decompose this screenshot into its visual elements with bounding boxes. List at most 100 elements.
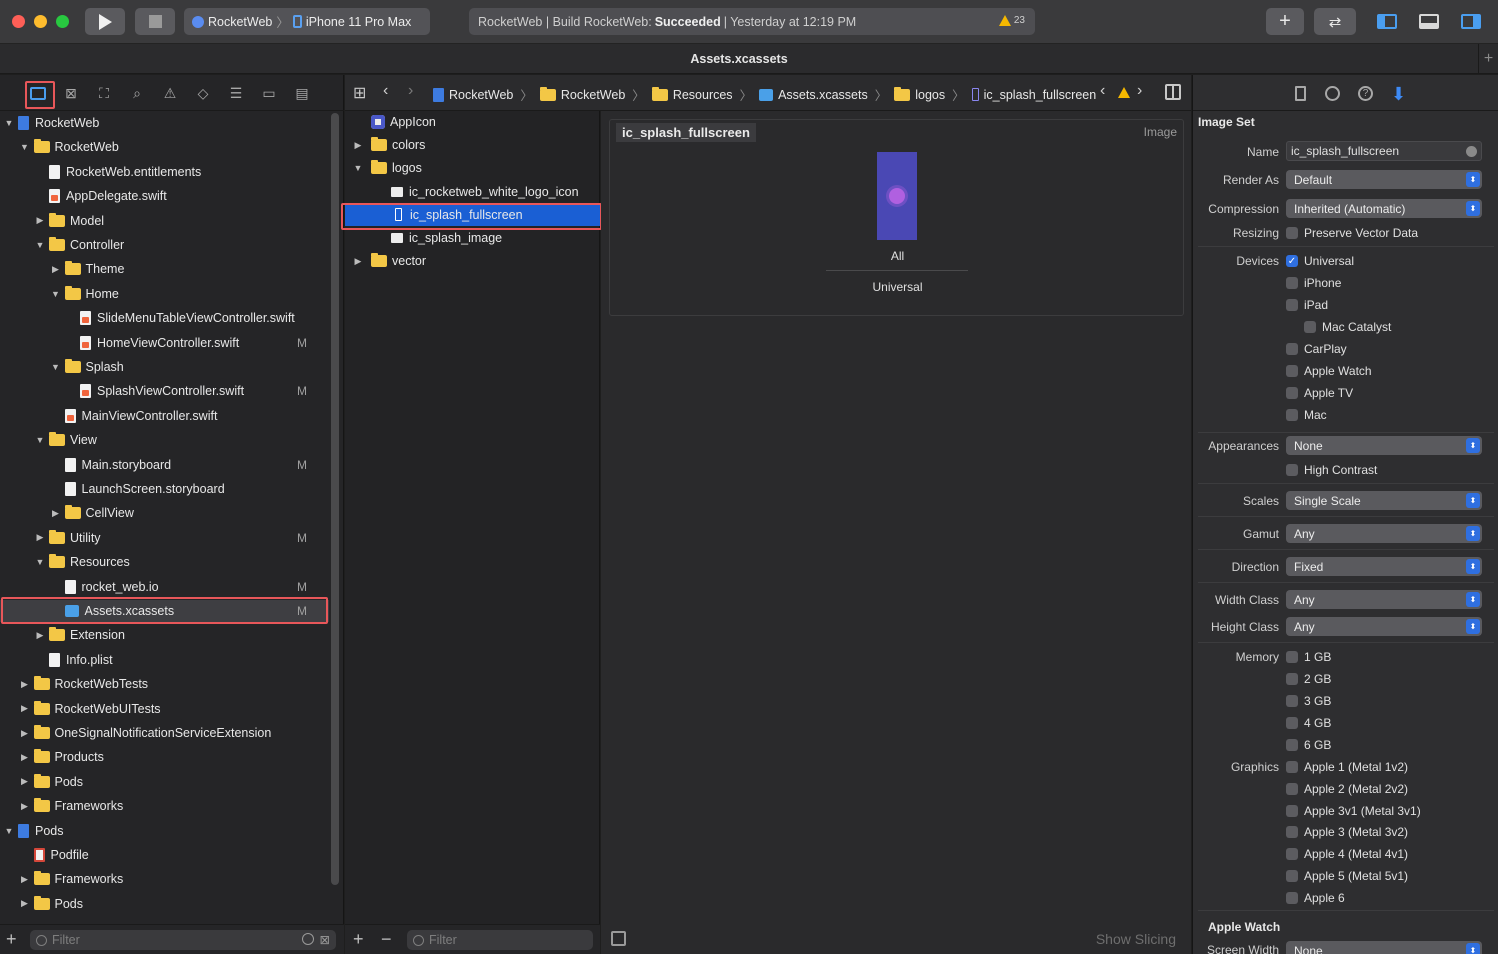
toggle-debug-area-button[interactable]: [1408, 8, 1450, 35]
disclosure-open-icon[interactable]: ▼: [35, 435, 45, 445]
file-tree-row[interactable]: ▼ Controller: [0, 234, 329, 256]
image-slot-all[interactable]: [877, 152, 917, 240]
disclosure-open-icon[interactable]: ▼: [4, 118, 14, 128]
toggle-inspector-button[interactable]: [1450, 8, 1492, 35]
file-tree-row[interactable]: ▼ Resources: [0, 551, 329, 573]
file-tree-row[interactable]: Podfile: [0, 844, 329, 866]
breadcrumb-item[interactable]: ic_splash_fullscreen: [984, 88, 1097, 102]
checkbox-memory-2[interactable]: 3 GB: [1286, 694, 1331, 708]
checkbox-graphics-4[interactable]: Apple 4 (Metal 4v1): [1286, 847, 1408, 861]
disclosure-closed-icon[interactable]: ▶: [35, 532, 45, 543]
checkbox-devices-1[interactable]: iPhone: [1286, 276, 1341, 290]
toggle-navigator-button[interactable]: [1366, 8, 1408, 35]
code-review-button[interactable]: ⇄: [1314, 8, 1356, 35]
stop-button[interactable]: [135, 8, 175, 35]
disclosure-closed-icon[interactable]: ▶: [20, 728, 30, 739]
file-tree-row[interactable]: ▶ Frameworks: [0, 795, 329, 817]
asset-row[interactable]: ic_rocketweb_white_logo_icon: [345, 181, 600, 203]
gamut-popup[interactable]: Any ⬍: [1286, 524, 1482, 543]
zoom-window-button[interactable]: [56, 15, 69, 28]
disclosure-closed-icon[interactable]: ▶: [20, 752, 30, 763]
disclosure-closed-icon[interactable]: ▶: [51, 508, 61, 519]
disclosure-closed-icon[interactable]: ▶: [20, 874, 30, 885]
clear-icon[interactable]: [1466, 146, 1477, 157]
disclosure-open-icon[interactable]: ▼: [35, 240, 45, 250]
asset-filter-input[interactable]: Filter: [407, 930, 593, 950]
forward-button[interactable]: ›: [408, 82, 413, 100]
scales-popup[interactable]: Single Scale ⬍: [1286, 491, 1482, 510]
asset-row[interactable]: AppIcon: [345, 111, 600, 133]
file-tree-row[interactable]: ▼ RocketWeb: [0, 136, 329, 158]
issue-warning-button[interactable]: [1118, 86, 1130, 101]
project-navigator-tab[interactable]: [27, 83, 49, 103]
disclosure-closed-icon[interactable]: ▶: [353, 256, 363, 267]
width-class-popup[interactable]: Any ⬍: [1286, 590, 1482, 609]
file-inspector-tab[interactable]: [1295, 86, 1306, 101]
navigator-scrollbar[interactable]: [331, 113, 339, 885]
file-tree-row[interactable]: Assets.xcassets M: [0, 600, 329, 622]
scheme-device[interactable]: iPhone 11 Pro Max: [306, 15, 411, 29]
previous-issue-button[interactable]: ‹: [1100, 82, 1105, 100]
asset-row[interactable]: ic_splash_image: [345, 227, 600, 249]
new-tab-button[interactable]: +: [1478, 44, 1498, 74]
source-control-navigator-tab[interactable]: ⊠: [60, 83, 82, 103]
breakpoint-navigator-tab[interactable]: ▭: [258, 83, 280, 103]
file-tree-row[interactable]: SplashViewController.swift M: [0, 380, 329, 402]
checkbox-devices-2[interactable]: iPad: [1286, 298, 1328, 312]
file-tree-row[interactable]: ▶ Products: [0, 746, 329, 768]
checkbox-memory-4[interactable]: 6 GB: [1286, 738, 1331, 752]
disclosure-closed-icon[interactable]: ▶: [20, 679, 30, 690]
disclosure-closed-icon[interactable]: ▶: [20, 898, 30, 909]
checkbox-devices-6[interactable]: Apple TV: [1286, 386, 1353, 400]
file-tree-row[interactable]: RocketWeb.entitlements: [0, 161, 329, 183]
library-button[interactable]: +: [1266, 8, 1304, 35]
file-tree-row[interactable]: MainViewController.swift: [0, 405, 329, 427]
checkbox-devices-0[interactable]: ✓ Universal: [1286, 254, 1354, 268]
file-tree-row[interactable]: ▼ RocketWeb: [0, 112, 329, 134]
file-tree-row[interactable]: ▶ Pods: [0, 893, 329, 915]
scheme-selector[interactable]: RocketWeb 〉 iPhone 11 Pro Max: [184, 8, 430, 35]
back-button[interactable]: ‹: [383, 82, 388, 100]
file-tree-row[interactable]: SlideMenuTableViewController.swift: [0, 307, 329, 329]
next-issue-button[interactable]: ›: [1137, 82, 1142, 100]
file-tree-row[interactable]: ▶ CellView: [0, 502, 329, 524]
breadcrumb-item[interactable]: Resources: [673, 88, 733, 102]
symbol-navigator-tab[interactable]: ⛶: [93, 83, 115, 103]
checkbox-memory-0[interactable]: 1 GB: [1286, 650, 1331, 664]
disclosure-closed-icon[interactable]: ▶: [51, 264, 61, 275]
file-tree-row[interactable]: ▼ Home: [0, 283, 329, 305]
file-tree-row[interactable]: ▶ Pods: [0, 771, 329, 793]
debug-navigator-tab[interactable]: ☰: [225, 83, 247, 103]
file-tree-row[interactable]: ▶ RocketWebTests: [0, 673, 329, 695]
file-tree-row[interactable]: ▶ Frameworks: [0, 868, 329, 890]
disclosure-closed-icon[interactable]: ▶: [35, 215, 45, 226]
file-tree-row[interactable]: LaunchScreen.storyboard: [0, 478, 329, 500]
file-tree-row[interactable]: ▶ RocketWebUITests: [0, 698, 329, 720]
file-tree-row[interactable]: ▶ Extension: [0, 624, 329, 646]
name-field[interactable]: ic_splash_fullscreen: [1286, 141, 1482, 161]
tab-assets-xcassets[interactable]: Assets.xcassets: [0, 52, 1478, 66]
disclosure-open-icon[interactable]: ▼: [51, 362, 61, 372]
scm-filter-icon[interactable]: ⊠: [320, 932, 330, 947]
checkbox-graphics-3[interactable]: Apple 3 (Metal 3v2): [1286, 825, 1408, 839]
high-contrast-checkbox[interactable]: High Contrast: [1286, 463, 1377, 477]
disclosure-closed-icon[interactable]: ▶: [20, 703, 30, 714]
find-navigator-tab[interactable]: ⌕: [126, 83, 148, 103]
compression-popup[interactable]: Inherited (Automatic) ⬍: [1286, 199, 1482, 218]
disclosure-open-icon[interactable]: ▼: [20, 142, 30, 152]
disclosure-closed-icon[interactable]: ▶: [353, 140, 363, 151]
add-file-button[interactable]: +: [6, 929, 17, 950]
file-tree-row[interactable]: AppDelegate.swift: [0, 185, 329, 207]
breadcrumb-item[interactable]: RocketWeb: [561, 88, 625, 102]
close-window-button[interactable]: [12, 15, 25, 28]
file-tree-row[interactable]: ▶ Model: [0, 210, 329, 232]
toggle-thumbnails-button[interactable]: [611, 931, 626, 946]
breadcrumb-item[interactable]: Assets.xcassets: [778, 88, 868, 102]
disclosure-open-icon[interactable]: ▼: [35, 557, 45, 567]
disclosure-closed-icon[interactable]: ▶: [20, 801, 30, 812]
attributes-inspector-tab[interactable]: ⬇: [1391, 84, 1406, 105]
checkbox-devices-3[interactable]: Mac Catalyst: [1304, 320, 1391, 334]
file-tree-row[interactable]: Info.plist: [0, 649, 329, 671]
file-tree-row[interactable]: ▼ Pods: [0, 820, 329, 842]
asset-row[interactable]: ▶ colors: [345, 134, 600, 156]
